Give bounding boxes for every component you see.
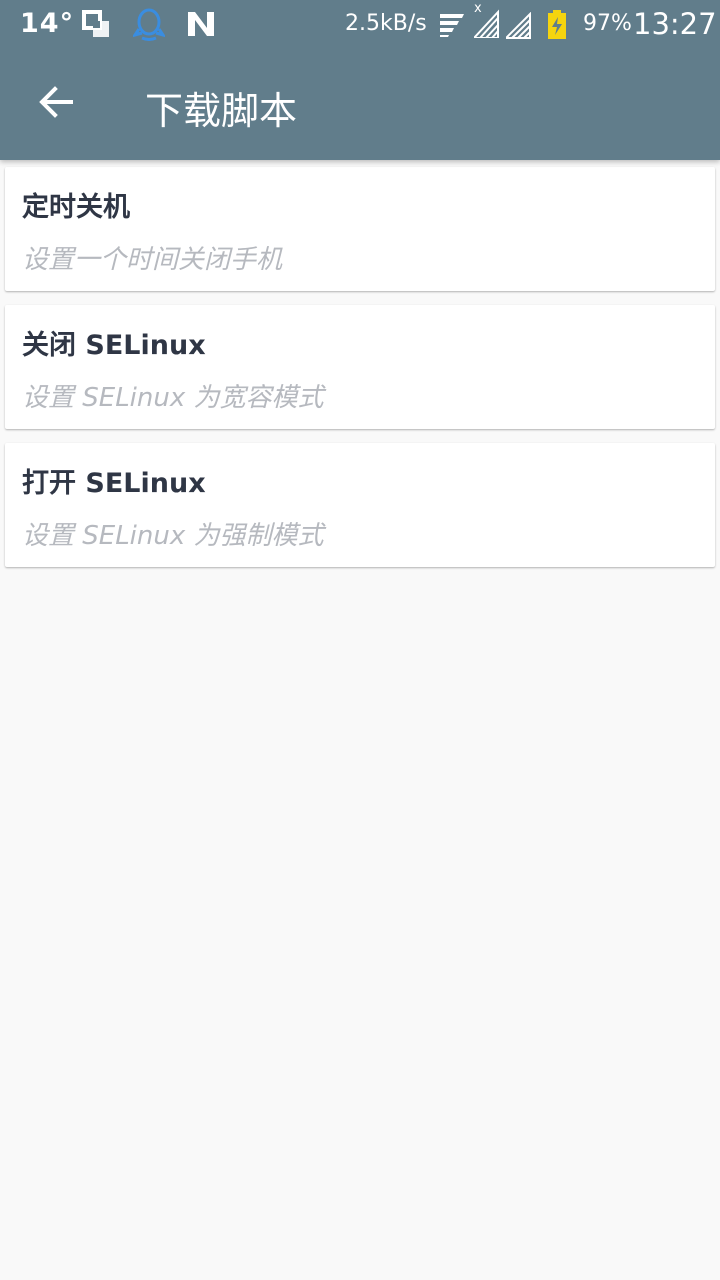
script-list: 定时关机 设置一个时间关闭手机 关闭 SELinux 设置 SELinux 为宽… — [5, 167, 715, 581]
signal-icon — [503, 11, 532, 44]
wifi-icon — [438, 10, 466, 42]
signal-x-label: x — [474, 1, 482, 16]
battery-charging-icon — [547, 10, 567, 44]
temperature-text: 14° — [20, 8, 75, 39]
clock-text: 13:27 — [633, 7, 717, 41]
script-card-selinux-on[interactable]: 打开 SELinux 设置 SELinux 为强制模式 — [5, 443, 715, 567]
status-bar: 14° 2.5kB/s x 97% 13:27 — [0, 0, 720, 50]
script-title: 定时关机 — [22, 192, 130, 223]
qq-icon — [131, 7, 167, 45]
battery-percent-text: 97% — [583, 11, 632, 36]
arrow-left-icon — [38, 84, 74, 124]
script-description: 设置 SELinux 为强制模式 — [22, 521, 324, 551]
screen-mirror-icon — [82, 10, 112, 44]
script-description: 设置 SELinux 为宽容模式 — [22, 383, 324, 413]
back-button[interactable] — [26, 74, 86, 134]
script-card-selinux-off[interactable]: 关闭 SELinux 设置 SELinux 为宽容模式 — [5, 305, 715, 429]
signal-x-icon: x — [471, 1, 500, 42]
app-bar: 下载脚本 — [0, 50, 720, 160]
network-speed-text: 2.5kB/s — [345, 11, 427, 36]
script-title: 关闭 SELinux — [22, 330, 206, 361]
script-description: 设置一个时间关闭手机 — [22, 245, 283, 275]
script-card-shutdown[interactable]: 定时关机 设置一个时间关闭手机 — [5, 167, 715, 291]
top-bar: 14° 2.5kB/s x 97% 13:27 下载脚本 — [0, 0, 720, 160]
page-title: 下载脚本 — [145, 89, 298, 133]
script-title: 打开 SELinux — [22, 468, 206, 499]
n-app-icon — [186, 10, 216, 42]
